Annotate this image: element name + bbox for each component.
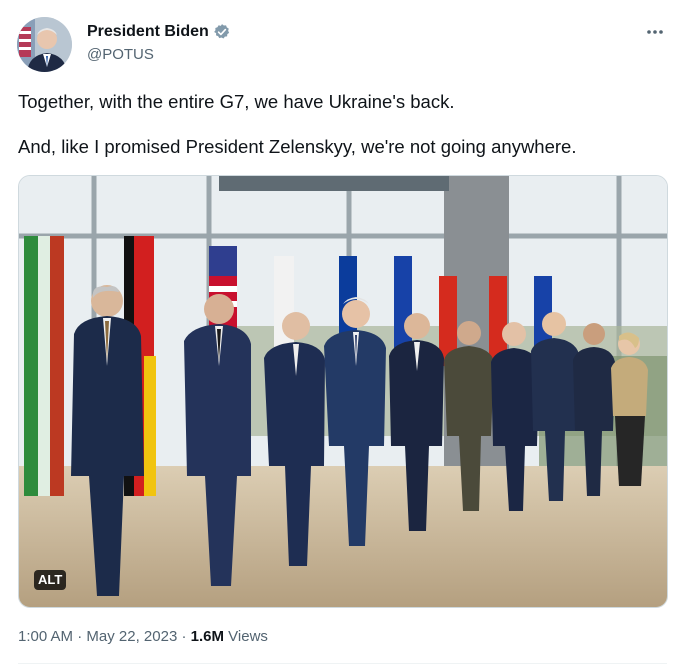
tweet-date[interactable]: May 22, 2023 [86, 628, 177, 645]
views-count: 1.6M [190, 628, 224, 645]
tweet-metadata: 1:00 AM · May 22, 2023 · 1.6M Views [18, 628, 268, 645]
meta-separator-2: · [181, 628, 187, 645]
author-name-row: President Biden [87, 22, 231, 42]
tweet-text-line-2: And, like I promised President Zelenskyy… [18, 136, 577, 157]
more-horizontal-icon[interactable] [643, 22, 667, 42]
author-handle[interactable]: @POTUS [87, 46, 231, 63]
divider [18, 663, 667, 664]
tweet-photo[interactable] [18, 175, 668, 608]
tweet-text-line-1: Together, with the entire G7, we have Uk… [18, 91, 455, 112]
tweet-time[interactable]: 1:00 AM [18, 628, 73, 645]
alt-text-badge[interactable]: ALT [34, 570, 67, 590]
avatar[interactable] [17, 17, 72, 72]
tweet: President Biden @POTUS Together, with th… [0, 0, 685, 672]
author-name[interactable]: President Biden [87, 23, 209, 41]
views-label: Views [228, 628, 268, 645]
verified-badge-icon[interactable] [213, 23, 231, 41]
author-block: President Biden @POTUS [87, 22, 231, 63]
meta-separator: · [77, 628, 83, 645]
